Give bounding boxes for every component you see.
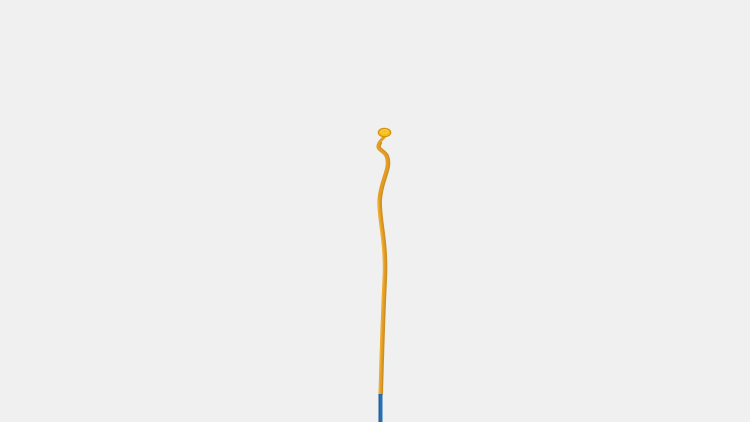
- base-sheath: [378, 394, 383, 422]
- curled-tip: [377, 127, 392, 138]
- guidewire-illustration: [0, 0, 750, 422]
- guidewire-scene: [0, 0, 750, 422]
- background: [0, 0, 750, 422]
